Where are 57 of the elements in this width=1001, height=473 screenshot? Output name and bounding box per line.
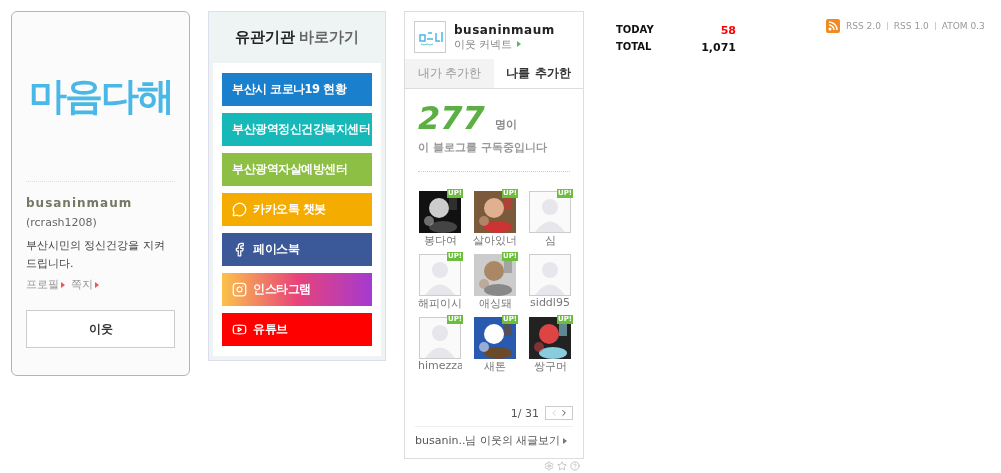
connect-link[interactable]: 이웃 커넥트 (454, 36, 555, 52)
neighbor-name[interactable]: 애싱돼 (473, 296, 517, 311)
avatar-placeholder-icon (419, 317, 461, 359)
page-indicator: 1/ 31 (510, 406, 539, 420)
pager-button[interactable] (545, 406, 573, 420)
youtube-icon (232, 322, 247, 337)
shortcut-link[interactable]: 유튜브 (222, 313, 372, 346)
neighbor-name[interactable]: himezza (418, 359, 462, 372)
blog-thumbnail (414, 21, 446, 53)
neighbor-name[interactable]: 쌍구머 (528, 359, 572, 374)
blog-logo: 마음다해 (26, 12, 175, 182)
visitor-label: TOTAL (616, 41, 653, 54)
shortcut-link[interactable]: 페이스북 (222, 233, 372, 266)
profile-link[interactable]: 프로필 (26, 277, 65, 292)
subscriber-caption: 이 블로그를 구독중입니다 (418, 137, 570, 172)
neighbor-name[interactable]: 심 (528, 233, 572, 248)
profile-link[interactable]: 쪽지 (71, 277, 99, 292)
caret-icon (563, 437, 568, 444)
neighbor-name[interactable]: siddl95 (528, 296, 572, 309)
new-posts-link[interactable]: busanin..님 이웃의 새글보기 (415, 433, 561, 448)
panel-title-accent: 바로가기 (299, 28, 359, 47)
count-unit: 명이 (494, 117, 517, 133)
neighbor-name[interactable]: 새톤 (473, 359, 517, 374)
caret-icon (516, 41, 521, 47)
panel-title: 유관기관 (235, 28, 295, 47)
neighbor-button[interactable]: 이웃 (26, 310, 175, 348)
shortcut-link[interactable]: 인스타그램 (222, 273, 372, 306)
neighbor-blog-name: busaninmaum (454, 22, 555, 37)
neighbor-name[interactable]: 해피이시 (418, 296, 462, 311)
chevron-left-icon (549, 408, 559, 418)
avatar-placeholder-icon (529, 191, 571, 233)
shortcut-link[interactable]: 부산시 코로나19 현황 (222, 73, 372, 106)
user-id: (rcrash1208) (26, 216, 98, 229)
feed-link[interactable]: RSS 1.0 (893, 21, 929, 31)
star-icon[interactable] (557, 461, 567, 471)
feed-link[interactable]: RSS 2.0 (846, 21, 881, 31)
neighbor-name[interactable]: 봉다여 (418, 233, 462, 248)
visitor-label: TODAY (616, 24, 654, 37)
caret-icon (61, 281, 65, 288)
avatar-placeholder-icon (419, 254, 461, 296)
settings-icon[interactable] (544, 461, 554, 471)
chevron-right-icon (559, 408, 569, 418)
shortcut-link[interactable]: 부산광역정신건강복지센터 (222, 113, 372, 146)
visitor-count: 58 (719, 24, 736, 37)
help-icon[interactable] (570, 461, 580, 471)
avatar-placeholder-icon (529, 254, 571, 296)
caret-icon (95, 281, 99, 288)
visitor-count: 1,071 (700, 41, 736, 54)
subscriber-count: 277 (418, 99, 485, 137)
neighbor-name[interactable]: 살아있너 (473, 233, 517, 248)
instagram-icon (232, 282, 247, 297)
chat-icon (232, 202, 247, 217)
feed-link[interactable]: ATOM 0.3 (941, 21, 985, 31)
blog-description: 부산시민의 정신건강을 지켜드립니다. (26, 238, 166, 272)
rss-icon[interactable] (826, 19, 840, 33)
neighbor-tab[interactable]: 내가 추가한 (405, 59, 494, 88)
blog-name: busaninmaum (26, 196, 134, 210)
